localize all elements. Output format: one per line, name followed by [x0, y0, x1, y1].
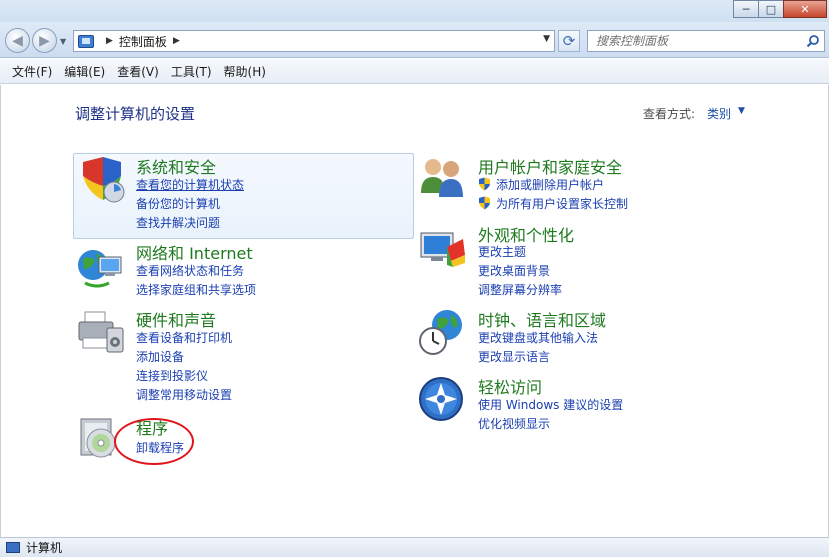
category-title-ease-of-access[interactable]: 轻松访问: [478, 374, 542, 398]
category-title-hardware-sound[interactable]: 硬件和声音: [136, 307, 216, 331]
link-change-keyboard-input[interactable]: 更改键盘或其他输入法: [478, 329, 598, 346]
link-devices-printers[interactable]: 查看设备和打印机: [136, 329, 232, 346]
menu-view[interactable]: 查看(V): [111, 63, 165, 80]
link-optimize-visual-display[interactable]: 优化视频显示: [478, 415, 550, 432]
link-view-network-status[interactable]: 查看网络状态和任务: [136, 262, 244, 279]
category-title-user-accounts[interactable]: 用户帐户和家庭安全: [478, 154, 622, 178]
navigation-bar: ◀ ▶ ▼ ▶ 控制面板 ▶ ▼ ⟳: [0, 22, 829, 58]
search-icon[interactable]: [806, 34, 820, 48]
uac-shield-icon: [479, 177, 490, 191]
ease-of-access-icon: [419, 377, 463, 421]
address-dropdown-icon[interactable]: ▼: [543, 34, 550, 44]
title-bar: ─ □ ✕: [0, 0, 829, 22]
link-adjust-resolution[interactable]: 调整屏幕分辨率: [478, 281, 562, 298]
menu-bar: 文件(F) 编辑(E) 查看(V) 工具(T) 帮助(H): [0, 59, 829, 84]
uac-shield-icon: [479, 196, 490, 210]
link-view-computer-status[interactable]: 查看您的计算机状态: [136, 176, 244, 193]
security-shield-icon: [83, 157, 125, 203]
computer-icon: [6, 542, 20, 553]
main-content: 调整计算机的设置 查看方式: 类别 ▼ 系统和安全 查看您的计算机状态 备份您的…: [0, 85, 829, 537]
page-title: 调整计算机的设置: [75, 105, 196, 123]
link-backup-computer[interactable]: 备份您的计算机: [136, 195, 220, 212]
view-by-label: 查看方式:: [643, 107, 696, 121]
recent-pages-dropdown[interactable]: ▼: [60, 37, 66, 46]
link-add-remove-accounts-label[interactable]: 添加或删除用户帐户: [496, 178, 604, 192]
menu-help[interactable]: 帮助(H): [218, 63, 272, 80]
link-change-desktop-background[interactable]: 更改桌面背景: [478, 262, 550, 279]
annotation-circle: [114, 418, 194, 465]
link-parental-controls[interactable]: 为所有用户设置家长控制: [478, 195, 628, 212]
menu-edit[interactable]: 编辑(E): [58, 63, 111, 80]
link-troubleshoot[interactable]: 查找并解决问题: [136, 214, 220, 231]
link-homegroup-sharing[interactable]: 选择家庭组和共享选项: [136, 281, 256, 298]
status-bar: 计算机: [0, 537, 829, 557]
close-button[interactable]: ✕: [783, 0, 827, 18]
link-change-theme[interactable]: 更改主题: [478, 243, 526, 260]
menu-file[interactable]: 文件(F): [6, 63, 58, 80]
status-text: 计算机: [26, 541, 63, 555]
category-title-clock-language-region[interactable]: 时钟、语言和区域: [478, 307, 606, 331]
category-system-security[interactable]: [73, 153, 414, 239]
clock-globe-icon: [419, 310, 462, 355]
refresh-icon: ⟳: [562, 32, 576, 50]
refresh-button[interactable]: ⟳: [558, 30, 580, 52]
network-globe-icon: [78, 250, 122, 288]
back-button[interactable]: ◀: [5, 28, 30, 53]
link-add-device[interactable]: 添加设备: [136, 348, 184, 365]
printer-icon: [78, 311, 124, 353]
search-box[interactable]: [587, 30, 825, 52]
window-controls: ─ □ ✕: [733, 0, 827, 18]
minimize-button[interactable]: ─: [733, 0, 759, 18]
control-panel-icon: [78, 34, 94, 48]
forward-button[interactable]: ▶: [32, 28, 57, 53]
link-change-display-language[interactable]: 更改显示语言: [478, 348, 550, 365]
link-windows-suggested-settings[interactable]: 使用 Windows 建议的设置: [478, 396, 623, 413]
appearance-monitor-icon: [420, 232, 465, 267]
chevron-down-icon[interactable]: ▼: [738, 106, 745, 116]
user-accounts-icon: [421, 159, 463, 197]
address-bar[interactable]: ▶ 控制面板 ▶ ▼: [73, 30, 555, 52]
menu-tools[interactable]: 工具(T): [165, 63, 218, 80]
link-mobility-settings[interactable]: 调整常用移动设置: [136, 386, 232, 403]
link-parental-controls-label[interactable]: 为所有用户设置家长控制: [496, 197, 628, 211]
view-by-dropdown[interactable]: 类别: [707, 105, 731, 122]
link-connect-projector[interactable]: 连接到投影仪: [136, 367, 208, 384]
breadcrumb-control-panel[interactable]: 控制面板: [119, 33, 167, 50]
breadcrumb-separator-icon[interactable]: ▶: [173, 36, 180, 46]
category-title-system-security[interactable]: 系统和安全: [136, 154, 216, 178]
search-input[interactable]: [596, 34, 796, 48]
maximize-button[interactable]: □: [758, 0, 784, 18]
breadcrumb-separator-icon[interactable]: ▶: [106, 36, 113, 46]
link-add-remove-accounts[interactable]: 添加或删除用户帐户: [478, 176, 604, 193]
category-title-network-internet[interactable]: 网络和 Internet: [136, 240, 253, 264]
